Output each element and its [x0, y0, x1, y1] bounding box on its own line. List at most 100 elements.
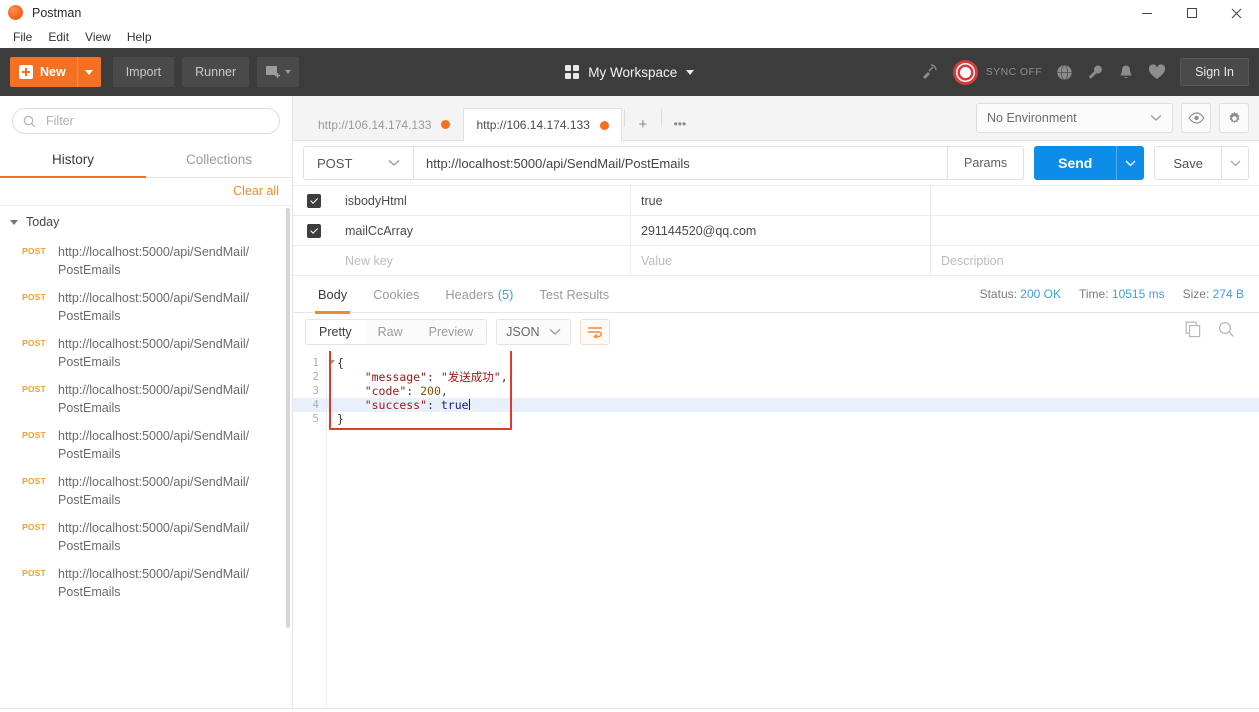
menu-view[interactable]: View: [78, 27, 118, 47]
tab-options-button[interactable]: •••: [664, 108, 696, 140]
line-number: 1: [293, 356, 335, 370]
new-button[interactable]: New: [10, 57, 77, 87]
new-window-button[interactable]: [257, 57, 300, 87]
request-pane: http://106.14.174.133 http://106.14.174.…: [293, 96, 1259, 708]
view-mode-preview[interactable]: Preview: [415, 320, 487, 344]
response-body-actions: [1185, 321, 1247, 343]
divider: [623, 109, 625, 127]
list-item[interactable]: POST http://localhost:5000/api/SendMail/…: [0, 560, 292, 606]
copy-button[interactable]: [1185, 321, 1202, 343]
sidebar-scrollbar[interactable]: [286, 208, 290, 628]
import-button[interactable]: Import: [112, 57, 175, 87]
chevron-down-icon: [1150, 115, 1162, 121]
filter-input[interactable]: [44, 113, 269, 129]
globe-icon[interactable]: [1056, 64, 1073, 81]
bell-icon[interactable]: [1118, 64, 1134, 81]
request-url-input[interactable]: [413, 146, 949, 180]
param-description[interactable]: [931, 186, 1259, 216]
list-item[interactable]: POST http://localhost:5000/api/SendMail/…: [0, 422, 292, 468]
list-item[interactable]: POST http://localhost:5000/api/SendMail/…: [0, 468, 292, 514]
send-button-group: Send: [1034, 146, 1145, 180]
workspace-selector[interactable]: My Workspace: [564, 65, 695, 80]
tab-cookies-label: Cookies: [373, 286, 420, 302]
view-mode-raw[interactable]: Raw: [364, 320, 416, 344]
runner-button[interactable]: Runner: [182, 57, 250, 87]
chevron-down-icon: [686, 69, 695, 75]
sidebar-tab-collections[interactable]: Collections: [146, 143, 292, 177]
response-tabs: Body Cookies Headers (5) Test Results St…: [293, 276, 1259, 314]
tab-test-results-label: Test Results: [539, 286, 610, 302]
window-titlebar: Postman: [0, 0, 1259, 26]
code-line: "code": 200,: [364, 384, 448, 398]
search-icon: [23, 115, 36, 127]
history-group-today[interactable]: Today: [0, 206, 292, 238]
request-tab-2[interactable]: http://106.14.174.133: [463, 108, 622, 141]
maximize-button[interactable]: [1169, 0, 1214, 26]
tab-headers[interactable]: Headers (5): [432, 276, 526, 313]
json-code[interactable]: { "message": "发送成功", "code": 200, "succe…: [327, 351, 1259, 708]
send-options-button[interactable]: [1116, 146, 1145, 180]
request-tab-label: http://106.14.174.133: [476, 118, 590, 132]
params-button[interactable]: Params: [948, 146, 1025, 180]
sign-in-button[interactable]: Sign In: [1180, 58, 1249, 86]
new-tab-button[interactable]: +: [627, 108, 659, 140]
save-options-button[interactable]: [1222, 146, 1249, 180]
checkbox-checked-icon[interactable]: [307, 193, 321, 208]
settings-button[interactable]: [1219, 103, 1249, 133]
line-number: 2: [312, 370, 319, 383]
filter-box[interactable]: [12, 108, 280, 134]
param-value[interactable]: 291144520@qq.com: [631, 215, 931, 246]
request-tab-1[interactable]: http://106.14.174.133: [305, 108, 464, 140]
method-badge: POST: [22, 522, 46, 532]
environment-quick-look-button[interactable]: [1181, 103, 1211, 133]
environment-select[interactable]: No Environment: [976, 103, 1173, 133]
sync-status[interactable]: SYNC OFF: [952, 59, 1042, 85]
list-item[interactable]: POST http://localhost:5000/api/SendMail/…: [0, 238, 292, 284]
new-dropdown-button[interactable]: [76, 57, 101, 87]
response-body-viewer[interactable]: 1 2 3 4 5 { "message": "发送成功", "code": 2…: [293, 351, 1259, 708]
save-button[interactable]: Save: [1154, 146, 1222, 180]
unsaved-dot-icon: [441, 120, 451, 129]
plus-icon: [19, 65, 33, 79]
satellite-icon[interactable]: [920, 63, 939, 81]
send-button[interactable]: Send: [1034, 146, 1117, 180]
param-description[interactable]: [931, 216, 1259, 246]
list-item[interactable]: POST http://localhost:5000/api/SendMail/…: [0, 376, 292, 422]
toolbar-right-actions: SYNC OFF Sign In: [920, 58, 1249, 86]
new-param-key[interactable]: New key: [335, 245, 631, 276]
tab-test-results[interactable]: Test Results: [526, 276, 622, 313]
table-row[interactable]: isbodyHtml true: [293, 185, 1259, 216]
heart-icon[interactable]: [1148, 64, 1166, 80]
param-key[interactable]: mailCcArray: [335, 215, 631, 246]
row-checkbox-cell[interactable]: [293, 223, 335, 238]
param-value[interactable]: true: [631, 185, 931, 216]
tab-cookies[interactable]: Cookies: [360, 276, 432, 313]
table-row[interactable]: mailCcArray 291144520@qq.com: [293, 215, 1259, 246]
close-button[interactable]: [1214, 0, 1259, 26]
new-param-value[interactable]: Value: [631, 245, 931, 276]
menu-file[interactable]: File: [6, 27, 39, 47]
minimize-button[interactable]: [1124, 0, 1169, 26]
wrench-icon[interactable]: [1087, 64, 1104, 81]
response-format-select[interactable]: JSON: [496, 319, 572, 345]
list-item[interactable]: POST http://localhost:5000/api/SendMail/…: [0, 514, 292, 560]
word-wrap-button[interactable]: [580, 319, 611, 345]
new-button-group[interactable]: New: [10, 57, 101, 87]
view-mode-pretty[interactable]: Pretty: [306, 320, 365, 344]
sidebar-tab-history[interactable]: History: [0, 143, 146, 178]
table-row-new[interactable]: New key Value Description: [293, 245, 1259, 276]
row-checkbox-cell[interactable]: [293, 193, 335, 208]
search-body-button[interactable]: [1218, 321, 1235, 343]
list-item[interactable]: POST http://localhost:5000/api/SendMail/…: [0, 330, 292, 376]
word-wrap-icon: [588, 326, 603, 339]
menu-edit[interactable]: Edit: [41, 27, 76, 47]
new-param-description[interactable]: Description: [931, 246, 1259, 276]
menu-help[interactable]: Help: [120, 27, 159, 47]
http-method-select[interactable]: POST: [303, 146, 413, 180]
list-item[interactable]: POST http://localhost:5000/api/SendMail/…: [0, 284, 292, 330]
tab-body[interactable]: Body: [305, 276, 360, 314]
code-line: "success": true: [327, 398, 1259, 412]
checkbox-checked-icon[interactable]: [307, 223, 321, 238]
clear-all-button[interactable]: Clear all: [233, 184, 279, 198]
param-key[interactable]: isbodyHtml: [335, 185, 631, 216]
